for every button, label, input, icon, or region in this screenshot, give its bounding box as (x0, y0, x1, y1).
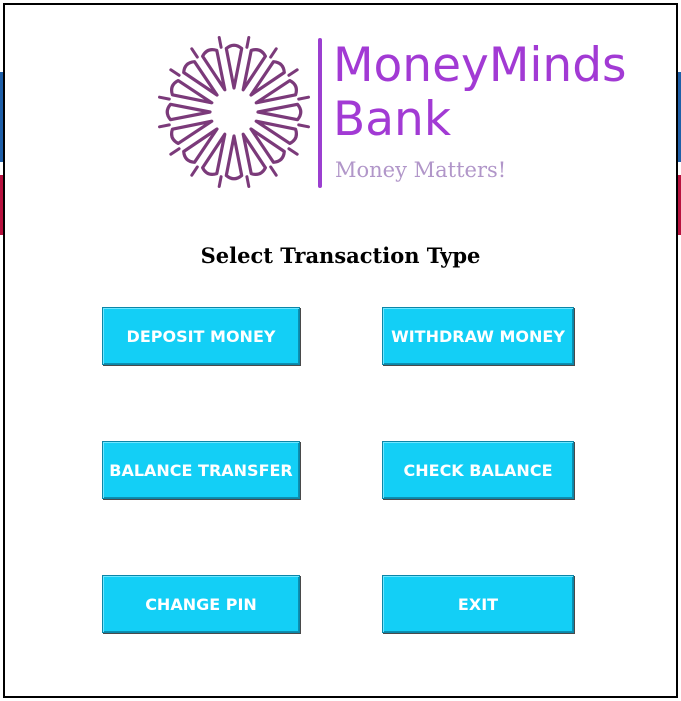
logo-ray (269, 165, 278, 177)
logo-ray (217, 175, 223, 188)
logo-petal (241, 48, 267, 92)
logo-petal (201, 48, 227, 92)
logo-petal (254, 119, 298, 145)
logo-ray (297, 95, 310, 101)
bank-logo: MoneyMinds Bank Money Matters! (155, 33, 675, 198)
logo-petal (182, 60, 219, 97)
logo-petal (249, 127, 286, 164)
logo-petal (224, 43, 244, 90)
logo-petal (256, 102, 303, 122)
brand-name-line2: Bank (333, 92, 452, 147)
logo-ray (287, 147, 299, 156)
logo-ray (190, 47, 199, 59)
logo-ray (269, 47, 278, 59)
logo-petal (182, 127, 219, 164)
logo-petal (254, 79, 298, 105)
logo-petal (241, 132, 267, 176)
withdraw-money-button[interactable]: WITHDRAW MONEY (382, 307, 574, 365)
logo-ray (190, 165, 199, 177)
brand-name-line1: MoneyMinds (333, 38, 627, 93)
logo-ray (158, 95, 171, 101)
logo-petal (249, 60, 286, 97)
brand-tagline: Money Matters! (335, 158, 507, 182)
change-pin-button[interactable]: CHANGE PIN (102, 575, 300, 633)
logo-ray (245, 175, 251, 188)
logo-ray (169, 68, 181, 77)
logo-ray (245, 36, 251, 49)
logo-divider (318, 38, 322, 188)
logo-ray (169, 147, 181, 156)
logo-ray (287, 68, 299, 77)
page-title: Select Transaction Type (200, 243, 481, 268)
logo-ray (158, 123, 171, 129)
deposit-money-button[interactable]: DEPOSIT MONEY (102, 307, 300, 365)
logo-petal (201, 132, 227, 176)
logo-petal (165, 102, 212, 122)
exit-button[interactable]: EXIT (382, 575, 574, 633)
brand-name: MoneyMinds Bank (333, 39, 673, 147)
logo-ray (217, 36, 223, 49)
transaction-window: MoneyMinds Bank Money Matters! Select Tr… (3, 3, 678, 698)
logo-ray (297, 123, 310, 129)
logo-petal (170, 79, 214, 105)
logo-petal (170, 119, 214, 145)
check-balance-button[interactable]: CHECK BALANCE (382, 441, 574, 499)
logo-petal (224, 134, 244, 181)
balance-transfer-button[interactable]: BALANCE TRANSFER (102, 441, 300, 499)
starburst-logo-icon (158, 36, 310, 188)
